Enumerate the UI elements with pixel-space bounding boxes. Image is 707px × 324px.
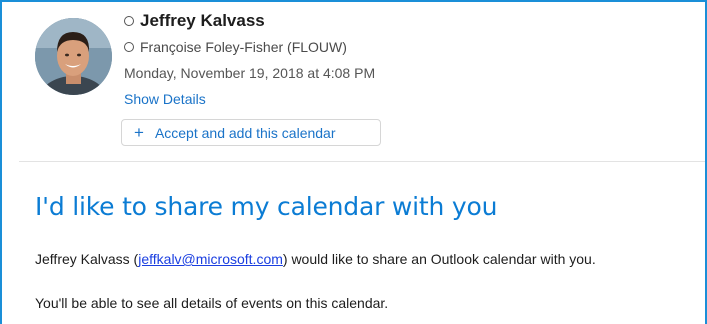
plus-icon: + [134, 123, 144, 142]
sender-name-row[interactable]: Jeffrey Kalvass [124, 10, 265, 32]
share-text-suffix: ) would like to share an Outlook calenda… [282, 251, 596, 267]
sender-name[interactable]: Jeffrey Kalvass [140, 11, 265, 31]
sender-avatar[interactable] [35, 18, 112, 95]
message-header: Jeffrey Kalvass Françoise Foley-Fisher (… [2, 2, 705, 160]
header-divider [19, 161, 705, 162]
message-body: I'd like to share my calendar with you J… [35, 192, 695, 311]
permissions-description: You'll be able to see all details of eve… [35, 295, 389, 311]
person-photo-icon [35, 18, 112, 95]
share-text-prefix: Jeffrey Kalvass ( [35, 251, 139, 267]
message-headline: I'd like to share my calendar with you [35, 192, 498, 221]
accept-calendar-button[interactable]: + Accept and add this calendar [121, 119, 381, 146]
presence-status-icon [124, 42, 134, 52]
recipient-row[interactable]: Françoise Foley-Fisher (FLOUW) [124, 37, 347, 57]
sent-date: Monday, November 19, 2018 at 4:08 PM [124, 65, 376, 81]
show-details-link[interactable]: Show Details [124, 91, 206, 107]
presence-status-icon [124, 16, 134, 26]
accept-calendar-label: Accept and add this calendar [154, 124, 336, 141]
message-reading-pane: Jeffrey Kalvass Françoise Foley-Fisher (… [0, 0, 707, 324]
share-description: Jeffrey Kalvass (jeffkalv@microsoft.com)… [35, 251, 596, 267]
recipient-name[interactable]: Françoise Foley-Fisher (FLOUW) [140, 39, 347, 55]
sender-email-link[interactable]: jeffkalv@microsoft.com [138, 251, 283, 267]
